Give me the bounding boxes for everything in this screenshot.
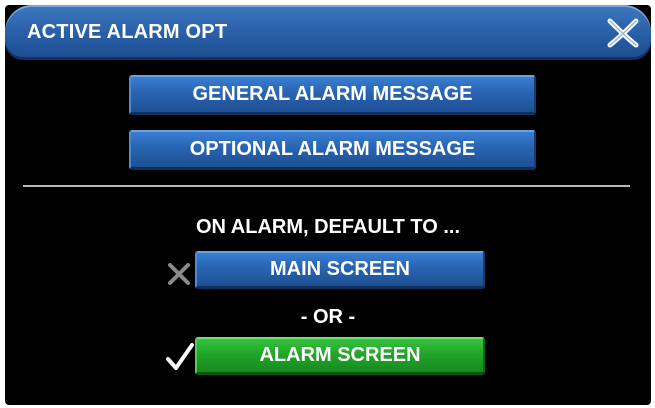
checkmark-icon <box>165 342 195 377</box>
close-x-icon <box>607 18 639 48</box>
dialog-title: ACTIVE ALARM OPT <box>27 21 228 43</box>
alarm-options-dialog: ACTIVE ALARM OPT GENERAL ALARM MESSAGE O… <box>5 5 651 405</box>
close-button[interactable] <box>605 18 641 48</box>
or-label: - OR - <box>300 306 356 328</box>
alarm-screen-option-button[interactable]: ALARM SCREEN <box>195 337 485 375</box>
cross-icon <box>167 262 191 291</box>
title-bar: ACTIVE ALARM OPT <box>5 5 651 60</box>
default-to-heading: ON ALARM, DEFAULT TO ... <box>195 216 461 238</box>
main-screen-option-button[interactable]: MAIN SCREEN <box>195 251 485 289</box>
optional-alarm-message-button[interactable]: OPTIONAL ALARM MESSAGE <box>129 130 536 170</box>
section-divider <box>23 185 630 187</box>
general-alarm-message-button[interactable]: GENERAL ALARM MESSAGE <box>129 75 536 115</box>
